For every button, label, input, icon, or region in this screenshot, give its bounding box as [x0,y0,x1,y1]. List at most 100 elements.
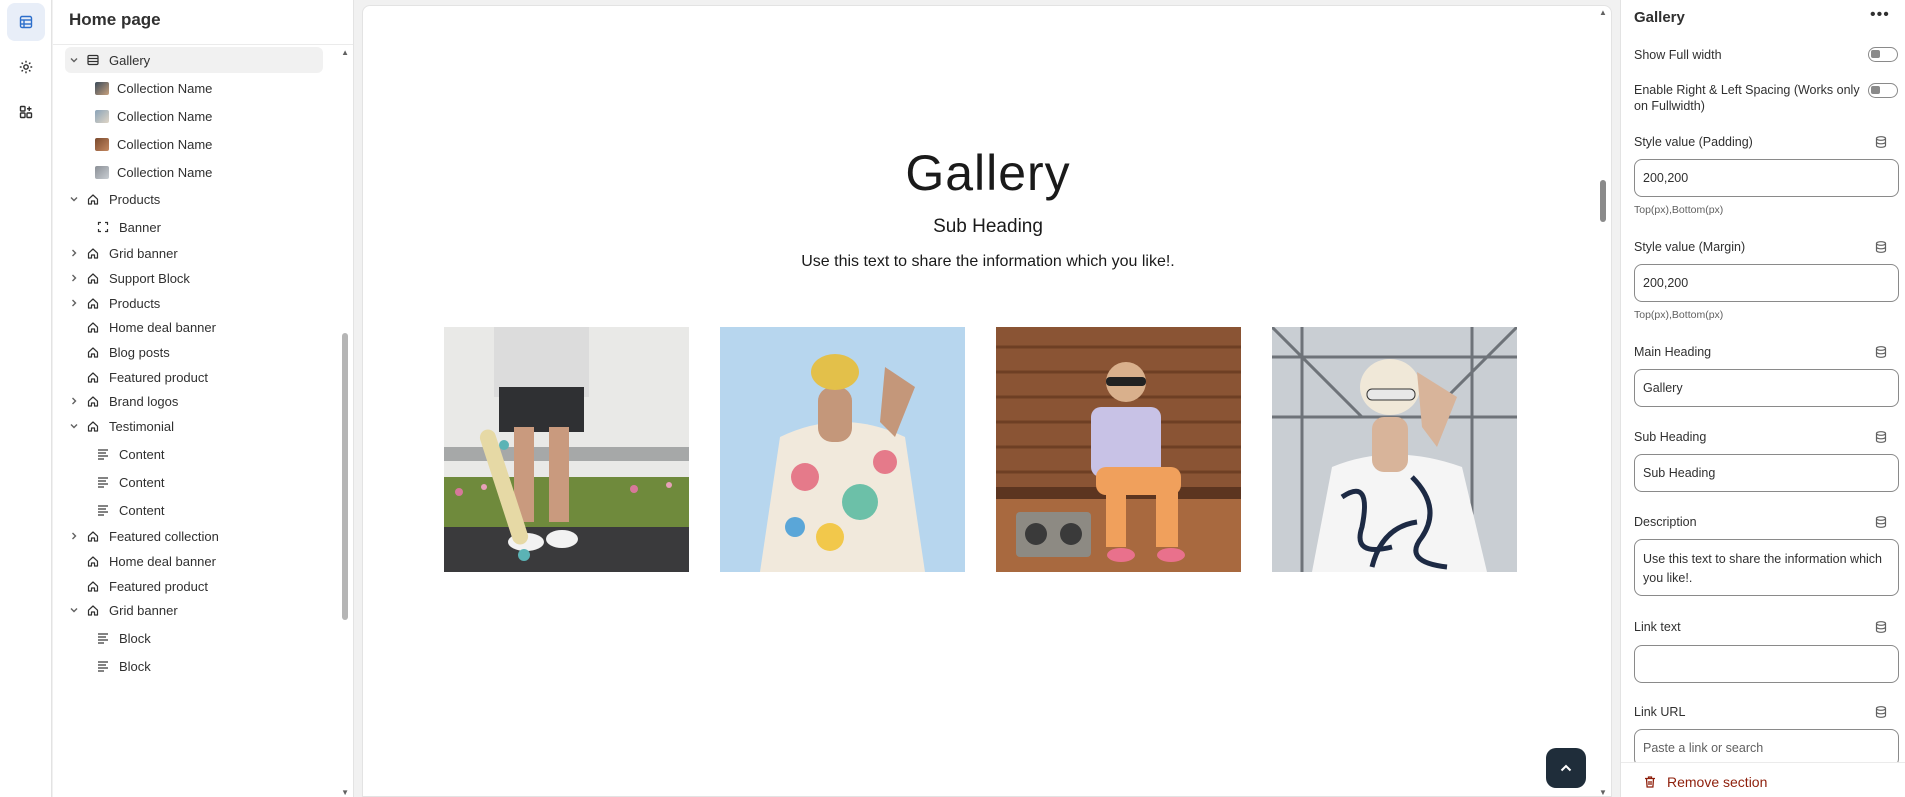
margin-input[interactable]: 200,200 [1634,264,1899,302]
main-heading-input[interactable]: Gallery [1634,369,1899,407]
sidebar-item[interactable]: Block [65,653,323,679]
sidebar-item[interactable]: Home deal banner [65,314,323,340]
canvas-scroll-down-arrow[interactable]: ▼ [1599,788,1607,797]
canvas-scroll-up-arrow[interactable]: ▲ [1599,8,1607,17]
text-lines-icon [95,658,111,674]
dynamic-source-icon[interactable] [1874,620,1888,634]
sidebar-item-label: Brand logos [109,393,179,409]
sidebar-item[interactable]: Support Block [65,265,323,291]
sidebar-item[interactable]: Block [65,625,323,651]
home-icon [85,369,101,385]
link-text-input[interactable] [1634,645,1899,683]
section-grid-icon [85,52,101,68]
home-icon [85,578,101,594]
chevron-right-icon[interactable] [67,271,81,285]
dynamic-source-icon[interactable] [1874,135,1888,149]
sidebar-item[interactable]: Content [65,497,323,523]
chevron-right-icon[interactable] [67,529,81,543]
scroll-up-arrow[interactable]: ▲ [341,48,349,57]
chevron-down-icon[interactable] [67,53,81,67]
sidebar-item[interactable]: Collection Name [65,159,323,185]
sidebar-item[interactable]: Collection Name [65,75,323,101]
sidebar-item-label: Testimonial [109,418,175,434]
spacing-toggle[interactable] [1868,83,1898,98]
gallery-image[interactable] [720,327,965,572]
sidebar-item[interactable]: Testimonial [65,413,323,439]
dynamic-source-icon[interactable] [1874,705,1888,719]
sections-nav-button[interactable] [7,3,45,41]
gallery-image[interactable] [1272,327,1517,572]
dynamic-source-icon[interactable] [1874,515,1888,529]
sidebar-item[interactable]: Products [65,186,323,212]
spacing-label: Enable Right & Left Spacing (Works only … [1634,83,1860,113]
chevron-down-icon[interactable] [67,603,81,617]
sidebar-item-label: Gallery [109,52,151,68]
home-icon [85,418,101,434]
trash-icon [1645,776,1655,788]
sidebar-item-label: Grid banner [109,245,178,261]
home-icon [85,344,101,360]
padding-input[interactable]: 200,200 [1634,159,1899,197]
remove-section-bar: Remove section [1621,762,1905,797]
dynamic-source-icon[interactable] [1874,430,1888,444]
sidebar-item[interactable]: Featured product [65,364,323,390]
settings-nav-button[interactable] [7,48,45,86]
show-full-width-toggle[interactable] [1868,47,1898,62]
collection-thumbnail [95,109,109,123]
gallery-description: Use this text to share the information w… [801,253,1175,270]
more-options-icon[interactable]: ••• [1870,6,1890,24]
settings-title: Gallery [1634,9,1685,26]
sidebar-item-label: Support Block [109,270,190,286]
sidebar-item[interactable]: Home deal banner [65,548,323,574]
gallery-image[interactable] [444,327,689,572]
gallery-subheading: Sub Heading [933,216,1043,237]
sidebar-item[interactable]: Banner [65,214,323,240]
apps-nav-button[interactable] [7,93,45,131]
padding-label: Style value (Padding) [1634,135,1753,149]
sidebar-item[interactable]: Collection Name [65,103,323,129]
description-label: Description [1634,515,1697,529]
gear-icon [19,60,33,74]
margin-label: Style value (Margin) [1634,240,1746,254]
section-sidebar: Home page Gallery Collection Name Collecti… [53,0,354,797]
home-icon [85,553,101,569]
dynamic-source-icon[interactable] [1874,240,1888,254]
dynamic-source-icon[interactable] [1874,345,1888,359]
sidebar-scrollbar[interactable] [342,333,348,620]
scroll-to-top-button[interactable] [1546,748,1586,788]
sidebar-item-label: Content [119,446,165,462]
sidebar-item[interactable]: Content [65,441,323,467]
text-lines-icon [95,630,111,646]
sidebar-item[interactable]: Blog posts [65,339,323,365]
collection-thumbnail [95,165,109,179]
sidebar-item[interactable]: Brand logos [65,388,323,414]
scroll-down-arrow[interactable]: ▼ [341,788,349,797]
sidebar-item[interactable]: Grid banner [65,240,323,266]
home-icon [85,319,101,335]
chevron-down-icon[interactable] [67,419,81,433]
chevron-right-icon[interactable] [67,246,81,260]
home-icon [85,602,101,618]
sidebar-item[interactable]: Products [65,290,323,316]
sidebar-item[interactable]: Grid banner [65,597,323,623]
sub-heading-input[interactable]: Sub Heading [1634,454,1899,492]
canvas-scrollbar[interactable] [1600,180,1606,222]
sidebar-item[interactable]: Featured collection [65,523,323,549]
remove-section-button[interactable]: Remove section [1643,774,1767,790]
sidebar-item[interactable]: Content [65,469,323,495]
chevron-down-icon[interactable] [67,192,81,206]
banner-frame-icon [95,219,111,235]
description-textarea[interactable]: Use this text to share the information w… [1634,539,1899,596]
apps-icon [19,105,33,119]
chevron-right-icon[interactable] [67,296,81,310]
sidebar-item[interactable]: Featured product [65,573,323,599]
chevron-right-icon[interactable] [67,394,81,408]
gallery-image[interactable] [996,327,1241,572]
remove-section-label: Remove section [1667,774,1768,790]
home-icon [85,191,101,207]
sidebar-item-label: Collection Name [117,164,213,180]
sidebar-item[interactable]: Collection Name [65,131,323,157]
sidebar-item[interactable]: Gallery [65,47,323,73]
